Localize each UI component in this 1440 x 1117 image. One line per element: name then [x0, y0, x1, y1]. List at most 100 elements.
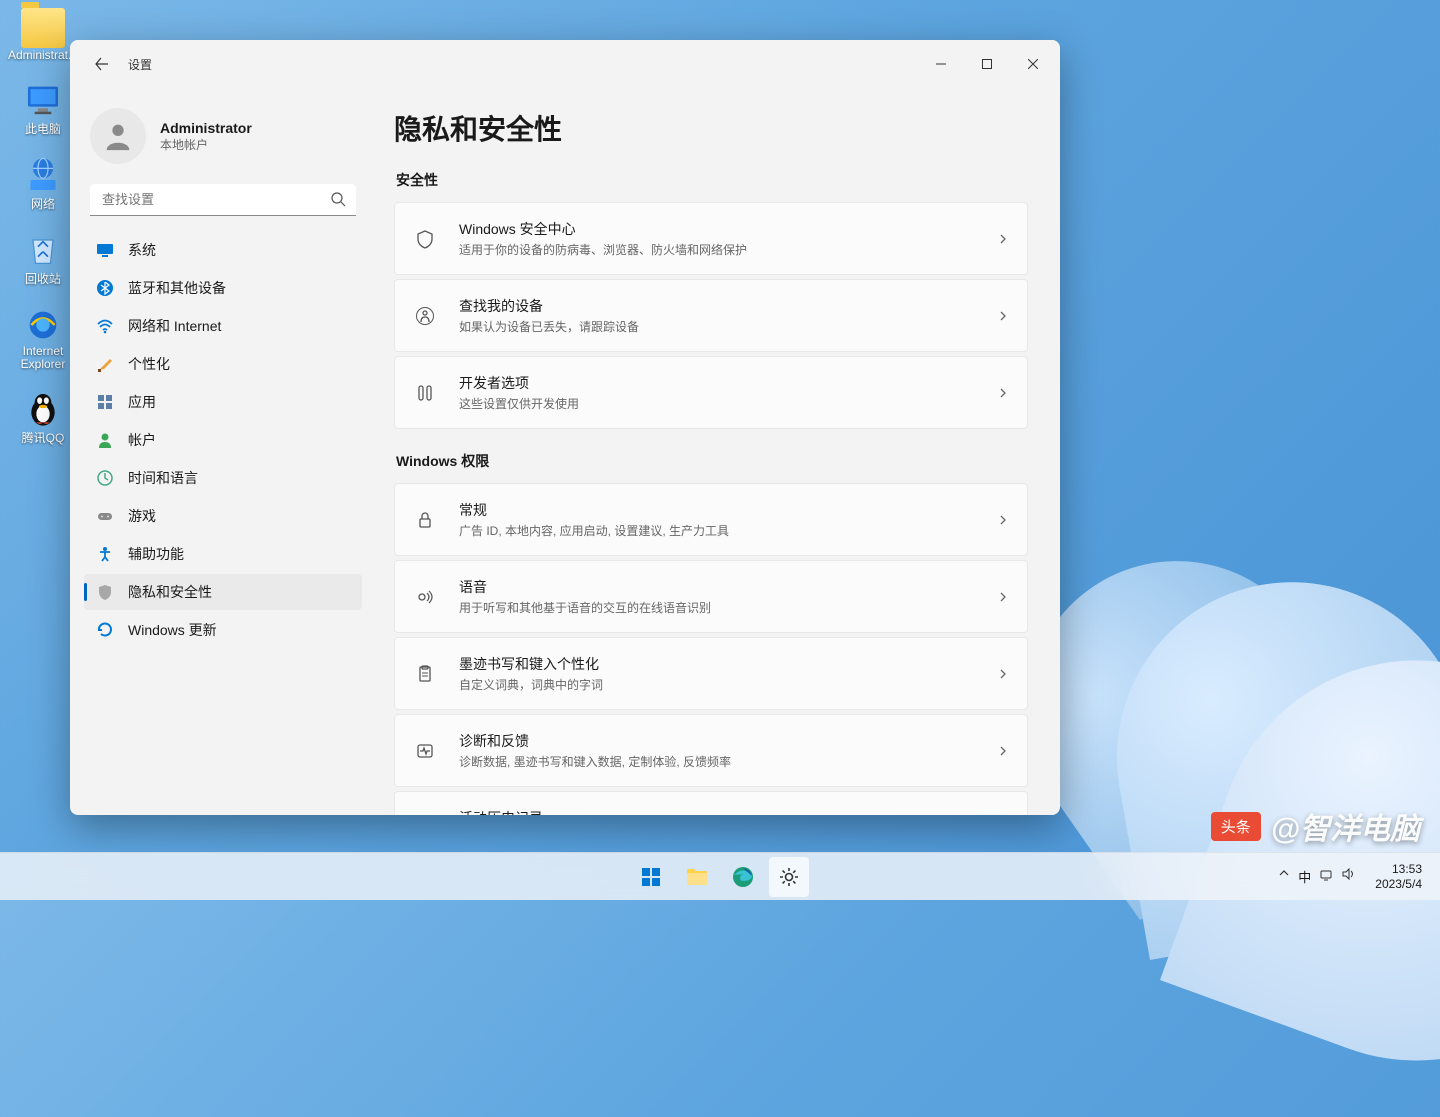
shield-icon [96, 583, 114, 601]
recycle-bin-icon [21, 230, 65, 270]
main-content[interactable]: 隐私和安全性 安全性 Windows 安全中心适用于你的设备的防病毒、浏览器、防… [370, 88, 1060, 815]
nav-list: 系统 蓝牙和其他设备 网络和 Internet 个性化 应用 帐户 时间和语言 … [84, 232, 362, 648]
nav-personalization[interactable]: 个性化 [84, 346, 362, 382]
desktop-icon-this-pc[interactable]: 此电脑 [8, 80, 78, 137]
gamepad-icon [96, 507, 114, 525]
chevron-right-icon [997, 387, 1009, 399]
desktop-icon-ie[interactable]: Internet Explorer [8, 305, 78, 371]
tray-time: 13:53 [1375, 862, 1422, 876]
system-icon [96, 241, 114, 259]
nav-apps[interactable]: 应用 [84, 384, 362, 420]
search-box[interactable] [90, 184, 356, 216]
clock-globe-icon [96, 469, 114, 487]
folder-icon [21, 8, 65, 48]
ie-icon [21, 305, 65, 345]
search-input[interactable] [90, 184, 356, 216]
taskbar-explorer[interactable] [677, 857, 717, 897]
watermark-text: @智洋电脑 [1271, 804, 1420, 848]
card-inking-typing[interactable]: 墨迹书写和键入个性化自定义词典，词典中的字词 [394, 637, 1028, 710]
desktop-icon-recycle-bin[interactable]: 回收站 [8, 230, 78, 287]
icon-label: 此电脑 [25, 120, 61, 137]
taskbar-settings[interactable] [769, 857, 809, 897]
nav-network[interactable]: 网络和 Internet [84, 308, 362, 344]
avatar-icon [90, 108, 146, 164]
chevron-right-icon [997, 745, 1009, 757]
chevron-right-icon [997, 233, 1009, 245]
section-permissions-header: Windows 权限 [396, 451, 1028, 471]
bluetooth-icon [96, 279, 114, 297]
maximize-button[interactable] [964, 48, 1010, 80]
nav-gaming[interactable]: 游戏 [84, 498, 362, 534]
nav-bluetooth[interactable]: 蓝牙和其他设备 [84, 270, 362, 306]
nav-time-language[interactable]: 时间和语言 [84, 460, 362, 496]
windows-icon [639, 865, 663, 889]
close-icon [1028, 59, 1038, 69]
nav-accessibility[interactable]: 辅助功能 [84, 536, 362, 572]
desktop-icons: Administrat... 此电脑 网络 回收站 Internet Explo… [8, 8, 78, 446]
tray-clock[interactable]: 13:53 2023/5/4 [1367, 862, 1430, 891]
folder-icon [684, 864, 710, 890]
nav-accounts[interactable]: 帐户 [84, 422, 362, 458]
desktop-icon-folder[interactable]: Administrat... [8, 8, 78, 62]
person-icon [96, 431, 114, 449]
account-name: Administrator [160, 120, 252, 136]
chevron-right-icon [997, 591, 1009, 603]
account-block[interactable]: Administrator 本地帐户 [84, 102, 362, 182]
dev-icon [413, 383, 437, 403]
wifi-icon [96, 317, 114, 335]
nav-privacy-security[interactable]: 隐私和安全性 [84, 574, 362, 610]
update-icon [96, 621, 114, 639]
maximize-icon [982, 59, 992, 69]
back-button[interactable] [84, 46, 120, 82]
icon-label: Administrat... [8, 48, 78, 62]
tray-ime-icon[interactable]: 中 [1298, 867, 1311, 886]
icon-label: 腾讯QQ [22, 429, 65, 446]
system-tray[interactable]: 中 13:53 2023/5/4 [1270, 862, 1430, 891]
tray-chevron-icon[interactable] [1278, 867, 1290, 886]
close-button[interactable] [1010, 48, 1056, 80]
brush-icon [96, 355, 114, 373]
card-speech[interactable]: 语音用于听写和其他基于语音的交互的在线语音识别 [394, 560, 1028, 633]
card-activity-history[interactable]: 活动历史记录从你的跨设备和帐户的活动历史记录中获取更多搜索结果的选项 [394, 791, 1028, 815]
network-icon [21, 155, 65, 195]
titlebar[interactable]: 设置 [70, 40, 1060, 88]
search-icon [330, 191, 346, 207]
page-heading: 隐私和安全性 [394, 108, 1028, 148]
icon-label: 网络 [31, 195, 55, 212]
apps-icon [96, 393, 114, 411]
icon-label: Internet Explorer [8, 345, 78, 371]
tray-volume-icon[interactable] [1341, 867, 1355, 886]
account-type: 本地帐户 [160, 136, 252, 153]
card-find-my-device[interactable]: 查找我的设备如果认为设备已丢失，请跟踪设备 [394, 279, 1028, 352]
clipboard-icon [413, 664, 437, 684]
back-arrow-icon [94, 56, 110, 72]
card-developer-options[interactable]: 开发者选项这些设置仅供开发使用 [394, 356, 1028, 429]
sidebar: Administrator 本地帐户 系统 蓝牙和其他设备 网络和 Intern… [70, 88, 370, 815]
chevron-right-icon [997, 514, 1009, 526]
desktop-icon-network[interactable]: 网络 [8, 155, 78, 212]
card-windows-security[interactable]: Windows 安全中心适用于你的设备的防病毒、浏览器、防火墙和网络保护 [394, 202, 1028, 275]
diagnostics-icon [413, 741, 437, 761]
card-diagnostics[interactable]: 诊断和反馈诊断数据, 墨迹书写和键入数据, 定制体验, 反馈频率 [394, 714, 1028, 787]
window-title: 设置 [128, 56, 152, 73]
shield-outline-icon [413, 229, 437, 249]
edge-icon [730, 864, 756, 890]
nav-windows-update[interactable]: Windows 更新 [84, 612, 362, 648]
start-button[interactable] [631, 857, 671, 897]
watermark: 头条 @智洋电脑 [1211, 804, 1420, 848]
accessibility-icon [96, 545, 114, 563]
chevron-right-icon [997, 310, 1009, 322]
minimize-icon [936, 59, 946, 69]
taskbar-edge[interactable] [723, 857, 763, 897]
lock-icon [413, 510, 437, 530]
section-security-header: 安全性 [396, 170, 1028, 190]
tray-network-icon[interactable] [1319, 867, 1333, 886]
minimize-button[interactable] [918, 48, 964, 80]
taskbar[interactable]: 中 13:53 2023/5/4 [0, 852, 1440, 900]
nav-system[interactable]: 系统 [84, 232, 362, 268]
location-person-icon [413, 306, 437, 326]
this-pc-icon [21, 80, 65, 120]
chevron-right-icon [997, 668, 1009, 680]
desktop-icon-qq[interactable]: 腾讯QQ [8, 389, 78, 446]
card-general[interactable]: 常规广告 ID, 本地内容, 应用启动, 设置建议, 生产力工具 [394, 483, 1028, 556]
